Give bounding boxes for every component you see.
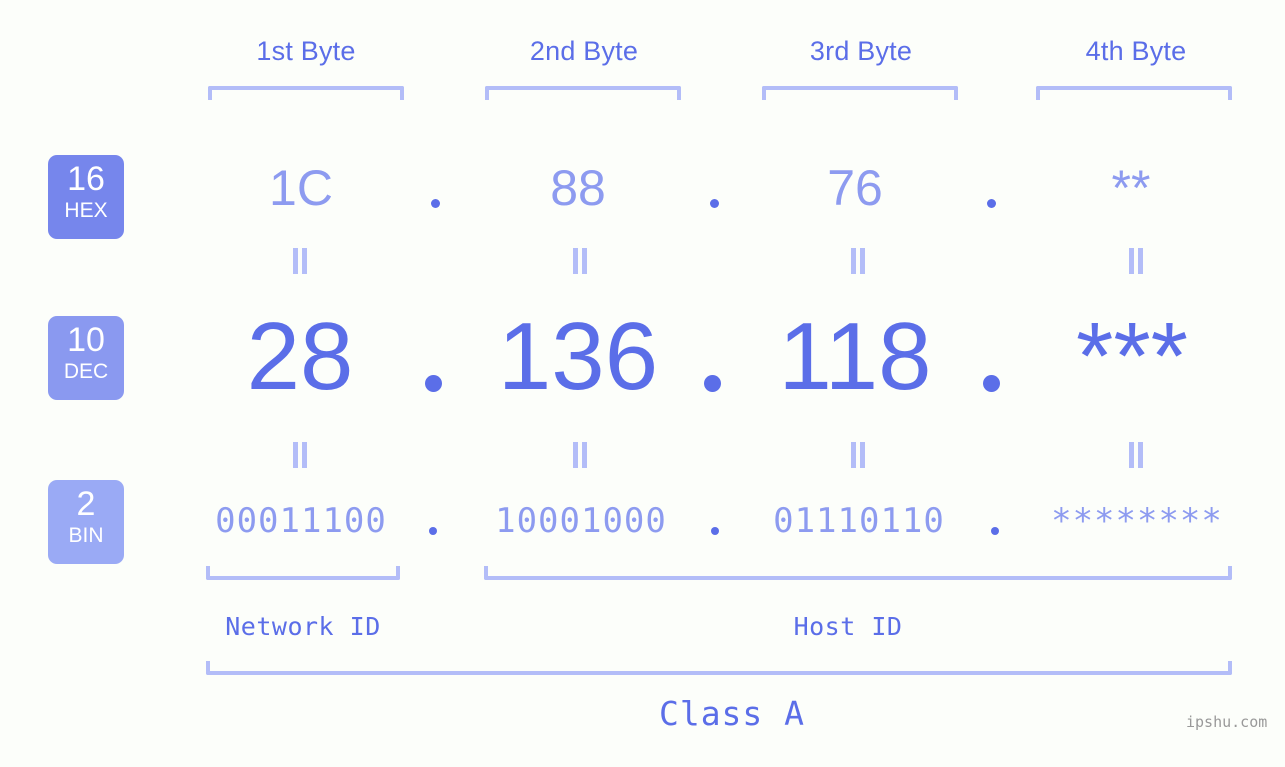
- equals-mark-hex-dec-1: [291, 248, 309, 274]
- hex-separator-3: [987, 199, 996, 208]
- byte-header-4: 4th Byte: [1085, 36, 1187, 66]
- byte-bracket-1: [208, 86, 404, 100]
- hex-separator-1: [431, 199, 440, 208]
- byte-bracket-2: [485, 86, 681, 100]
- hex-byte-2: 88: [550, 160, 606, 216]
- bin-separator-3: [991, 527, 999, 535]
- hex-separator-2: [710, 199, 719, 208]
- base-badge-bin-number: 2: [76, 485, 96, 523]
- equals-mark-hex-dec-3: [849, 248, 867, 274]
- base-badge-dec-number: 10: [67, 321, 105, 359]
- bin-byte-2: 10001000: [495, 501, 667, 541]
- host-id-label: Host ID: [793, 612, 903, 641]
- base-badge-dec-name: DEC: [63, 360, 109, 383]
- network-id-label: Network ID: [225, 612, 381, 641]
- equals-mark-dec-bin-3: [849, 442, 867, 468]
- byte-bracket-3: [762, 86, 958, 100]
- equals-mark-hex-dec-4: [1127, 248, 1145, 274]
- network-id-bracket: [206, 566, 400, 580]
- base-badge-dec[interactable]: 10 DEC: [48, 316, 124, 400]
- hex-byte-4: **: [1111, 160, 1151, 216]
- site-watermark: ipshu.com: [1186, 713, 1268, 731]
- base-badge-hex[interactable]: 16 HEX: [48, 155, 124, 239]
- dec-byte-1: 28: [246, 303, 354, 410]
- byte-bracket-4: [1036, 86, 1232, 100]
- byte-header-3: 3rd Byte: [809, 36, 913, 66]
- hex-byte-3: 76: [827, 160, 883, 216]
- base-badge-hex-number: 16: [67, 160, 105, 198]
- dec-separator-2: [704, 375, 721, 392]
- dec-separator-3: [983, 375, 1000, 392]
- base-badge-bin[interactable]: 2 BIN: [48, 480, 124, 564]
- equals-mark-hex-dec-2: [571, 248, 589, 274]
- dec-byte-4: ***: [1075, 303, 1189, 410]
- bin-byte-4: ********: [1051, 501, 1223, 541]
- bin-byte-3: 01110110: [773, 501, 945, 541]
- equals-mark-dec-bin-1: [291, 442, 309, 468]
- bin-separator-1: [429, 527, 437, 535]
- equals-mark-dec-bin-4: [1127, 442, 1145, 468]
- class-label: Class A: [658, 694, 806, 733]
- dec-byte-2: 136: [497, 303, 659, 410]
- dec-separator-1: [425, 375, 442, 392]
- ip-address-breakdown-diagram: 1st Byte 2nd Byte 3rd Byte 4th Byte 16 H…: [0, 0, 1285, 767]
- host-id-bracket: [484, 566, 1232, 580]
- base-badge-bin-name: BIN: [68, 524, 104, 547]
- class-bracket: [206, 661, 1232, 675]
- equals-mark-dec-bin-2: [571, 442, 589, 468]
- bin-byte-1: 00011100: [215, 501, 387, 541]
- hex-byte-1: 1C: [269, 160, 333, 216]
- byte-header-1: 1st Byte: [256, 36, 356, 66]
- base-badge-hex-name: HEX: [64, 199, 108, 222]
- bin-separator-2: [711, 527, 719, 535]
- byte-header-2: 2nd Byte: [529, 36, 639, 66]
- dec-byte-3: 118: [778, 303, 932, 410]
